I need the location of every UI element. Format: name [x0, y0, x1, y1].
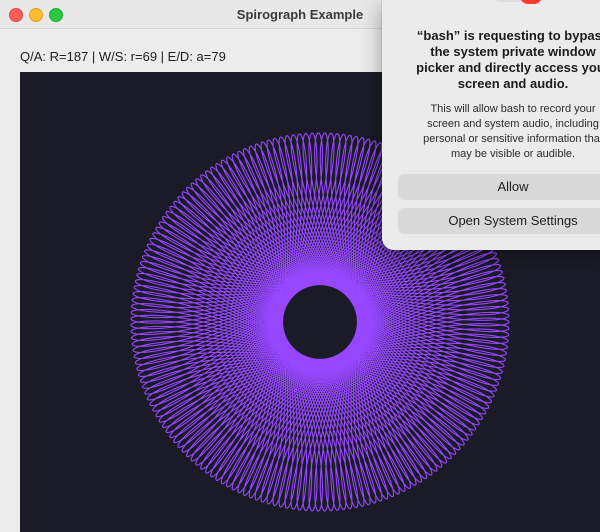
app-icon — [494, 0, 542, 4]
screen-recording-permission-dialog: “bash” is requesting to bypass the syste… — [382, 0, 600, 250]
dialog-title-line: picker and directly access your — [416, 60, 600, 75]
app-icon-badge — [520, 0, 542, 4]
allow-button[interactable]: Allow — [398, 174, 600, 200]
parameter-readout: Q/A: R=187 | W/S: r=69 | E/D: a=79 — [20, 49, 226, 64]
dialog-message-line: may be visible or audible. — [450, 148, 576, 160]
dialog-message: This will allow bash to record your scre… — [382, 102, 600, 162]
dialog-title: “bash” is requesting to bypass the syste… — [382, 28, 600, 92]
dialog-title-line: screen and audio. — [457, 76, 569, 91]
dialog-title-line: “bash” is requesting to bypass — [416, 28, 600, 43]
open-system-settings-button[interactable]: Open System Settings — [398, 208, 600, 234]
dialog-message-line: personal or sensitive information that — [423, 133, 600, 145]
dialog-message-line: screen and system audio, including — [427, 118, 599, 130]
dialog-message-line: This will allow bash to record your — [430, 103, 596, 115]
dialog-title-line: the system private window — [430, 44, 596, 59]
